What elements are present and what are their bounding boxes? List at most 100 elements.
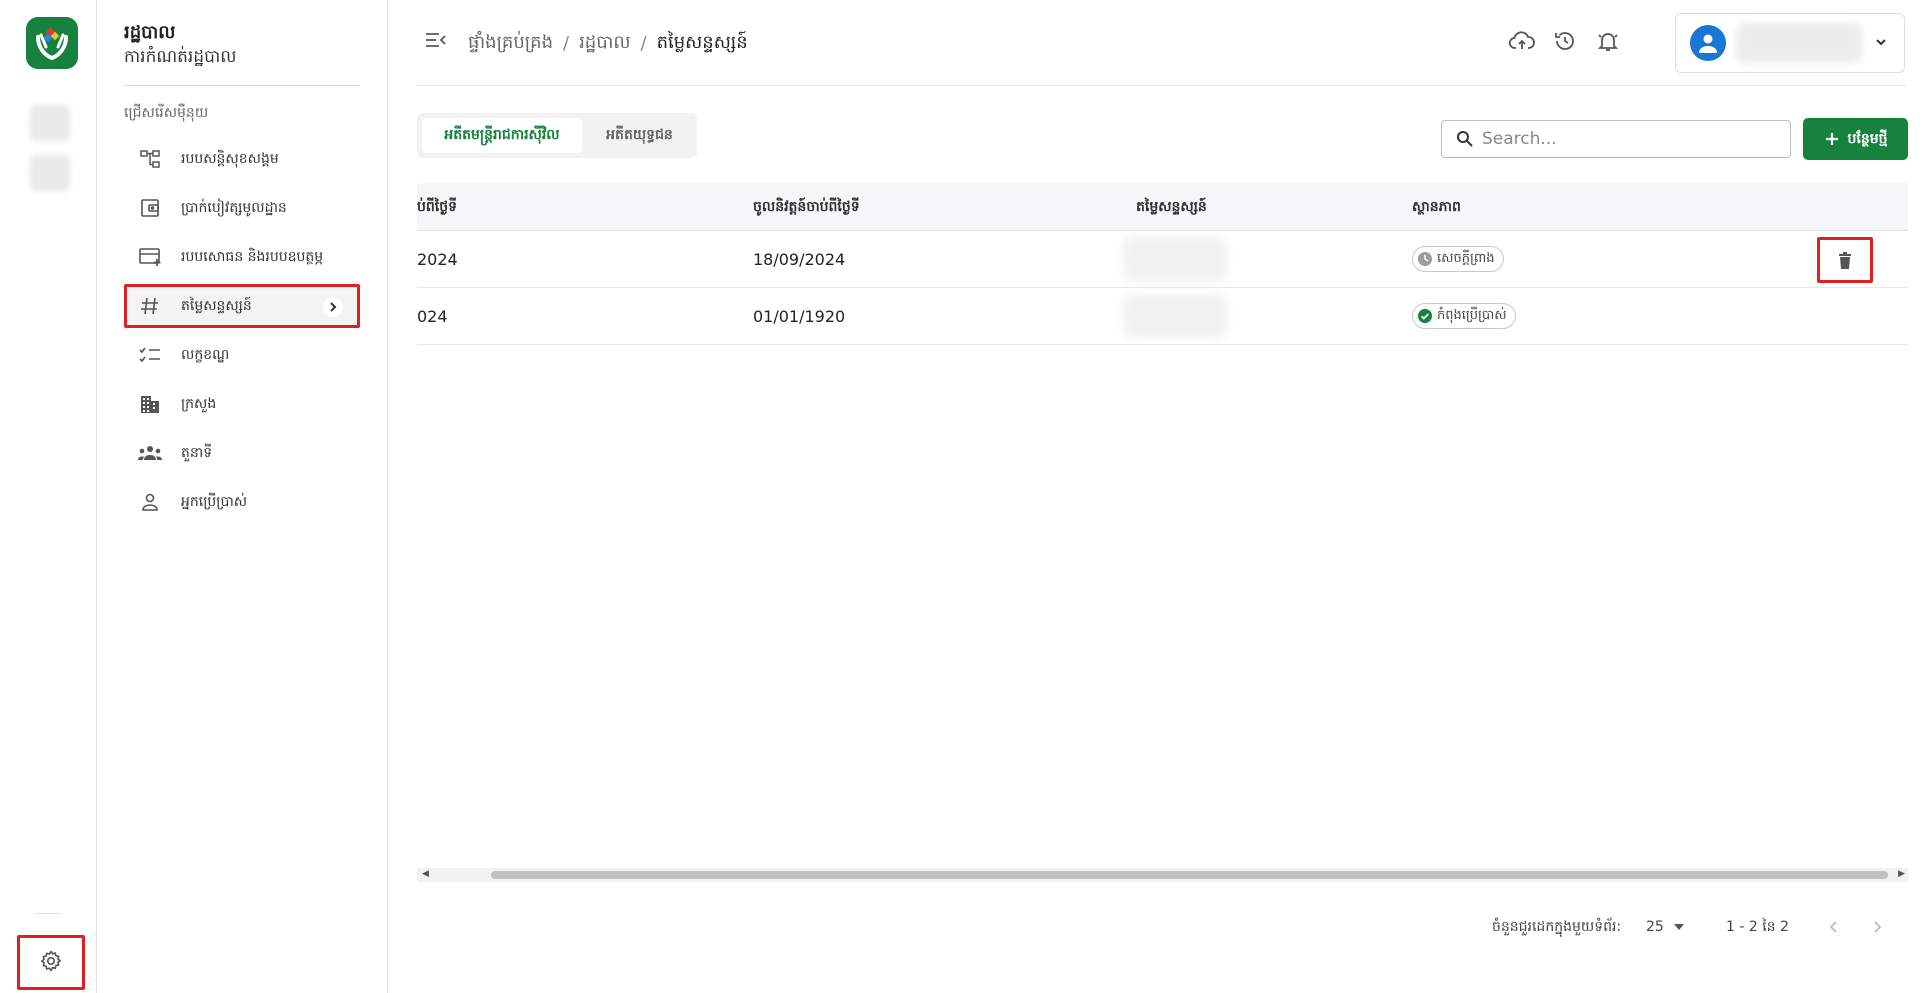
- cell-status: កំពុងប្រើប្រាស់: [1412, 288, 1516, 344]
- rows-per-page-value: 25: [1646, 919, 1664, 935]
- tab-civil-servants[interactable]: អតីតមន្ត្រីរាជការស៊ីវិល: [422, 118, 582, 153]
- rail-divider: [34, 913, 62, 914]
- header-divider: [416, 85, 1906, 86]
- horizontal-scrollbar[interactable]: ◀ ▶: [417, 868, 1908, 882]
- app-root: រដ្ឋបាល ការកំណត់រដ្ឋបាល ជ្រើសរើសម៉ឺនុយ រ…: [0, 0, 1920, 993]
- sidebar-item-label: តួនាទី: [181, 444, 213, 461]
- rail-item-blurred[interactable]: [30, 155, 70, 191]
- prev-page-button[interactable]: [1828, 915, 1840, 939]
- sidebar-item-label: លក្ខខណ្ឌ: [181, 346, 230, 363]
- breadcrumb-current: តម្លៃសន្ទស្សន៍: [656, 32, 748, 53]
- sidebar-item-base-salary[interactable]: ប្រាក់បៀវត្សមូលដ្ឋាន: [124, 188, 360, 228]
- breadcrumb-dashboard[interactable]: ផ្ទាំងគ្រប់គ្រង: [468, 30, 553, 57]
- delete-button[interactable]: [1817, 237, 1873, 283]
- tab-veterans[interactable]: អតីតយុទ្ធជន: [587, 118, 692, 153]
- notifications-button[interactable]: [1593, 28, 1623, 58]
- sidebar-item-label: តម្លៃសន្ទស្សន៍: [181, 297, 252, 314]
- sidenav-title: រដ្ឋបាល: [124, 22, 176, 43]
- history-button[interactable]: [1550, 28, 1580, 58]
- sidebar-item-conditions[interactable]: លក្ខខណ្ឌ: [124, 335, 360, 375]
- bell-off-icon: [1596, 29, 1620, 57]
- cell-date-from: 024: [417, 306, 448, 326]
- sidenav-subtitle: ការកំណត់រដ្ឋបាល: [124, 47, 237, 67]
- pagination-range: 1 - 2 នៃ 2: [1726, 918, 1789, 935]
- app-logo[interactable]: [26, 17, 78, 69]
- breadcrumb-separator: /: [640, 33, 647, 54]
- menu-collapse-button[interactable]: [423, 30, 449, 54]
- rows-per-page-select[interactable]: 25: [1646, 915, 1684, 939]
- table-row[interactable]: 024 01/01/1920 កំពុងប្រើប្រាស់: [417, 288, 1908, 345]
- checklist-icon: [137, 342, 163, 368]
- hierarchy-icon: [137, 146, 163, 172]
- plus-icon: [1824, 131, 1840, 147]
- category-tabs: អតីតមន្ត្រីរាជការស៊ីវិល អតីតយុទ្ធជន: [417, 113, 697, 158]
- scrollbar-thumb[interactable]: [491, 871, 1888, 879]
- breadcrumb-separator: /: [563, 33, 570, 54]
- chevron-right-icon: [1871, 920, 1883, 934]
- sidebar-item-users[interactable]: អ្នកប្រើប្រាស់: [124, 482, 360, 522]
- sidebar-item-roles[interactable]: តួនាទី: [124, 433, 360, 473]
- table-header: ប់ពីថ្ងៃទី ចូលនិវត្តន៍ចាប់ពីថ្ងៃទី តម្លៃ…: [417, 183, 1908, 231]
- caret-down-icon: [1673, 924, 1684, 930]
- column-header-retire-from[interactable]: ចូលនិវត្តន៍ចាប់ពីថ្ងៃទី: [753, 183, 860, 231]
- card-add-icon: [137, 244, 163, 270]
- sidebar-item-label: របបសន្តិសុខសង្គម: [181, 150, 279, 167]
- hash-icon: [137, 293, 163, 319]
- sidebar-item-index-value[interactable]: តម្លៃសន្ទស្សន៍: [124, 284, 360, 328]
- scroll-left-icon[interactable]: ◀: [422, 869, 429, 879]
- sidebar-item-pension[interactable]: របបសោធន និងរបបឧបត្ថម្ភ: [124, 237, 360, 277]
- search-icon: [1456, 130, 1474, 148]
- group-icon: [137, 440, 163, 466]
- user-menu[interactable]: [1675, 13, 1905, 73]
- cell-index-value-blurred: [1123, 294, 1227, 338]
- top-header: ផ្ទាំងគ្រប់គ្រង / រដ្ឋបាល / តម្លៃសន្ទស្ស…: [388, 0, 1920, 86]
- cell-retire-from: 18/09/2024: [753, 249, 846, 269]
- chevron-right-icon: [323, 297, 343, 317]
- search-box: [1441, 120, 1791, 158]
- status-badge: សេចក្ដីព្រាង: [1412, 246, 1504, 272]
- search-input[interactable]: [1482, 129, 1782, 149]
- table-row[interactable]: 2024 18/09/2024 សេចក្ដីព្រាង: [417, 231, 1908, 288]
- sidenav-section-label: ជ្រើសរើសម៉ឺនុយ: [124, 105, 209, 121]
- cloud-upload-icon: [1508, 30, 1535, 56]
- cell-index-value-blurred: [1123, 237, 1227, 281]
- settings-button[interactable]: [17, 935, 85, 990]
- breadcrumb-admin[interactable]: រដ្ឋបាល: [579, 30, 630, 57]
- wallet-icon: [137, 195, 163, 221]
- check-circle-icon: [1417, 308, 1433, 324]
- sidenav-divider: [124, 85, 360, 86]
- sidebar-item-ministry[interactable]: ក្រសួង: [124, 384, 360, 424]
- status-badge: កំពុងប្រើប្រាស់: [1412, 303, 1516, 329]
- side-nav: រដ្ឋបាល ការកំណត់រដ្ឋបាល ជ្រើសរើសម៉ឺនុយ រ…: [97, 0, 388, 993]
- cell-status: សេចក្ដីព្រាង: [1412, 231, 1504, 287]
- building-icon: [137, 391, 163, 417]
- add-new-button[interactable]: បន្ថែមថ្មី: [1803, 118, 1908, 160]
- sidebar-item-label: ក្រសួង: [181, 395, 217, 412]
- icon-rail: [0, 0, 97, 993]
- next-page-button[interactable]: [1871, 915, 1883, 939]
- trash-icon: [1838, 251, 1852, 269]
- column-header-status[interactable]: ស្ថានភាព: [1412, 183, 1461, 231]
- status-label: សេចក្ដីព្រាង: [1437, 250, 1495, 266]
- scroll-right-icon[interactable]: ▶: [1898, 869, 1905, 879]
- rail-item-blurred[interactable]: [30, 105, 70, 141]
- column-header-index-value[interactable]: តម្លៃសន្ទស្សន៍: [1136, 183, 1207, 231]
- user-name-blurred: [1736, 23, 1862, 63]
- cell-date-from: 2024: [417, 249, 458, 269]
- history-icon: [1553, 29, 1577, 57]
- cell-retire-from: 01/01/1920: [753, 306, 846, 326]
- avatar: [1690, 25, 1726, 61]
- gear-icon: [39, 949, 63, 977]
- sidebar-item-label: អ្នកប្រើប្រាស់: [181, 493, 248, 510]
- rows-per-page-label: ចំនួនជួរដេកក្នុងមួយទំព័រ:: [1492, 918, 1622, 935]
- add-new-label: បន្ថែមថ្មី: [1847, 130, 1888, 147]
- cloud-upload-button[interactable]: [1507, 28, 1537, 58]
- data-table: ប់ពីថ្ងៃទី ចូលនិវត្តន៍ចាប់ពីថ្ងៃទី តម្លៃ…: [417, 183, 1908, 873]
- menu-collapse-icon: [424, 30, 448, 54]
- sidebar-item-label: របបសោធន និងរបបឧបត្ថម្ភ: [181, 248, 324, 265]
- sidebar-item-label: ប្រាក់បៀវត្សមូលដ្ឋាន: [181, 199, 287, 216]
- sidebar-item-social-security[interactable]: របបសន្តិសុខសង្គម: [124, 139, 360, 179]
- chevron-down-icon: [1874, 34, 1888, 53]
- column-header-date-from[interactable]: ប់ពីថ្ងៃទី: [417, 183, 457, 231]
- clock-icon: [1417, 251, 1433, 267]
